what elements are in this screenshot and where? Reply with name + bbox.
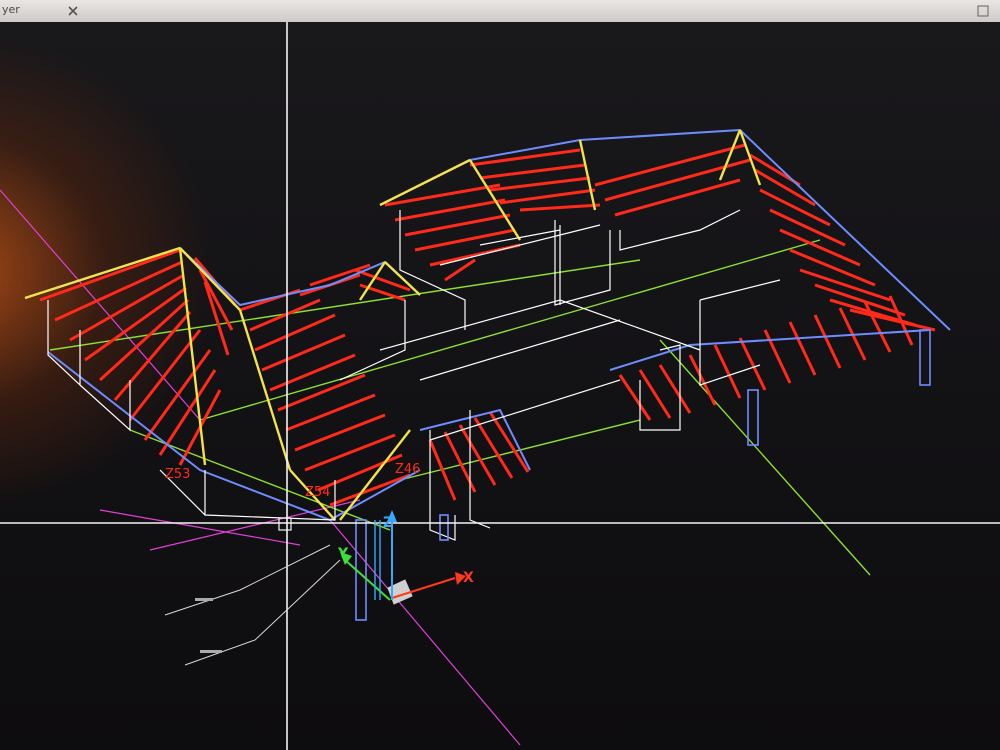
rafters-middle-wing	[239, 263, 411, 507]
axis-label-z: Z	[383, 515, 393, 531]
move-gizmo-icon[interactable]	[340, 510, 466, 605]
axis-label-y: Y	[337, 546, 349, 562]
toolbar: yer	[0, 0, 1000, 23]
axis-label-x: X	[463, 570, 474, 586]
rafters-right-wing	[594, 143, 936, 332]
window-close-icon[interactable]	[66, 3, 80, 17]
rafters-top-wing	[384, 148, 601, 282]
dimension-label: Z54	[305, 485, 330, 500]
roof-wireframe-model[interactable]: Z53 Z46 Z54 X Y Z	[0, 22, 1000, 750]
layer-label: yer	[2, 3, 20, 16]
leader-notes	[195, 598, 222, 653]
window-tab-icon[interactable]	[976, 3, 990, 17]
leader-lines	[164, 544, 341, 666]
cursor-pickbox[interactable]	[278, 517, 292, 531]
rafters-front-hall	[428, 411, 530, 501]
dimension-label: Z46	[395, 462, 420, 477]
dimension-label: Z53	[165, 467, 190, 482]
green-guide-lines	[49, 239, 871, 576]
crosshair-cursor	[0, 22, 1000, 750]
viewport-3d[interactable]: Z53 Z46 Z54 X Y Z	[0, 22, 1000, 750]
